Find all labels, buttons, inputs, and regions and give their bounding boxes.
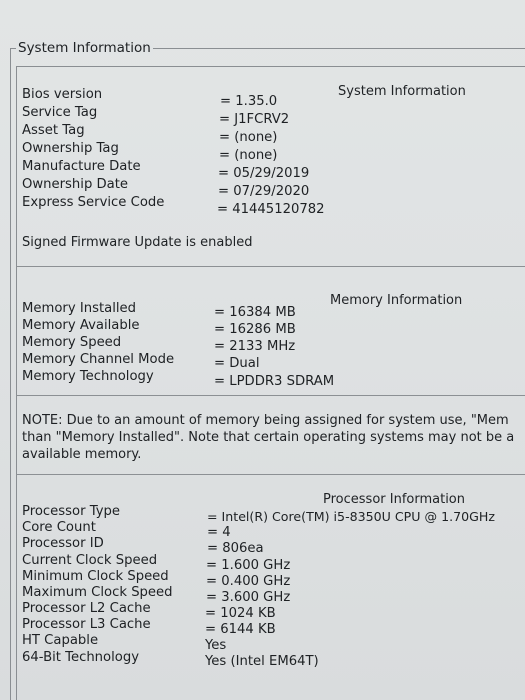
ownership-tag-label: Ownership Tag [22, 141, 119, 156]
processor-l3-cache-label: Processor L3 Cache [22, 617, 151, 632]
core-count-label: Core Count [22, 520, 96, 535]
memory-speed-label: Memory Speed [22, 335, 122, 350]
express-service-code-label: Express Service Code [22, 195, 165, 210]
express-service-code-value: = 41445120782 [217, 202, 325, 217]
memory-technology-label: Memory Technology [22, 369, 154, 384]
firmware-status-text: Signed Firmware Update is enabled [22, 235, 253, 250]
memory-technology-value: = LPDDR3 SDRAM [214, 374, 335, 389]
memory-channel-mode-value: = Dual [214, 356, 260, 371]
memory-note-line-3: available memory. [22, 447, 142, 462]
processor-type-value: = Intel(R) Core(TM) i5-8350U CPU @ 1.70G… [207, 509, 495, 524]
ht-capable-value: Yes [205, 638, 227, 653]
processor-l3-cache-value: = 6144 KB [205, 622, 276, 637]
memory-note-line-2: than "Memory Installed". Note that certa… [22, 430, 515, 445]
ownership-date-value: = 07/29/2020 [218, 184, 310, 199]
processor-l2-cache-value: = 1024 KB [205, 606, 276, 621]
ownership-date-label: Ownership Date [22, 177, 129, 192]
processor-info-heading: Processor Information [323, 492, 465, 507]
memory-available-value: = 16286 MB [214, 322, 296, 337]
manufacture-date-label: Manufacture Date [22, 159, 141, 174]
service-tag-label: Service Tag [22, 105, 98, 120]
asset-tag-label: Asset Tag [22, 123, 85, 138]
system-info-heading: System Information [338, 84, 466, 99]
maximum-clock-speed-value: = 3.600 GHz [206, 590, 291, 605]
ht-capable-label: HT Capable [22, 633, 99, 648]
current-clock-speed-label: Current Clock Speed [22, 553, 158, 568]
memory-installed-value: = 16384 MB [214, 305, 296, 320]
64-bit-technology-value: Yes (Intel EM64T) [205, 654, 319, 669]
ownership-tag-value: = (none) [219, 148, 278, 163]
memory-speed-value: = 2133 MHz [214, 339, 296, 354]
manufacture-date-value: = 05/29/2019 [218, 166, 310, 181]
section-divider [16, 266, 525, 267]
service-tag-value: = J1FCRV2 [219, 112, 290, 127]
groupbox-title: System Information [16, 40, 153, 56]
core-count-value: = 4 [207, 525, 231, 540]
minimum-clock-speed-label: Minimum Clock Speed [22, 569, 169, 584]
memory-installed-label: Memory Installed [22, 301, 137, 316]
current-clock-speed-value: = 1.600 GHz [206, 558, 291, 573]
memory-available-label: Memory Available [22, 318, 140, 333]
maximum-clock-speed-label: Maximum Clock Speed [22, 585, 173, 600]
section-divider [16, 395, 525, 396]
processor-l2-cache-label: Processor L2 Cache [22, 601, 151, 616]
memory-info-heading: Memory Information [330, 293, 463, 308]
asset-tag-value: = (none) [219, 130, 278, 145]
memory-note-line-1: NOTE: Due to an amount of memory being a… [22, 413, 509, 428]
processor-id-value: = 806ea [207, 541, 264, 556]
64-bit-technology-label: 64-Bit Technology [22, 650, 140, 665]
bios-version-label: Bios version [22, 87, 103, 102]
processor-type-label: Processor Type [22, 504, 120, 519]
bios-screen: System Information System Information Bi… [0, 0, 525, 700]
memory-channel-mode-label: Memory Channel Mode [22, 352, 175, 367]
processor-id-label: Processor ID [22, 536, 104, 551]
bios-version-value: = 1.35.0 [220, 94, 278, 109]
minimum-clock-speed-value: = 0.400 GHz [206, 574, 291, 589]
section-divider [16, 474, 525, 475]
